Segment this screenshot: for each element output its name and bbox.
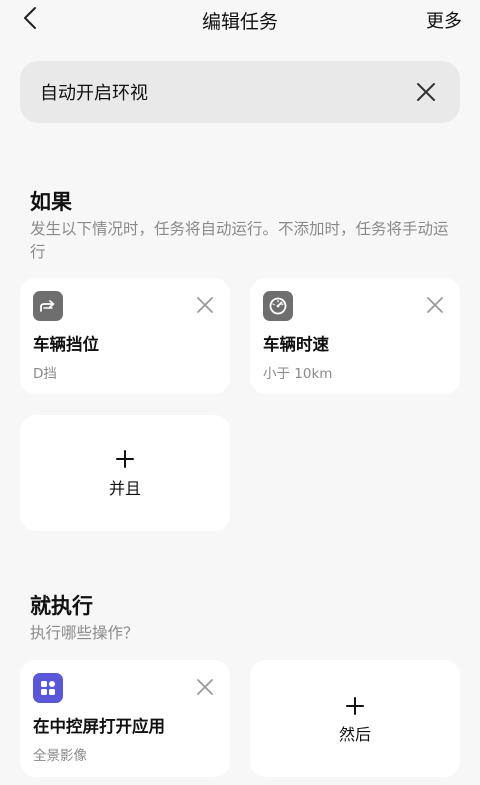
add-condition-button[interactable]: 并且 — [20, 415, 230, 531]
add-action-button[interactable]: 然后 — [250, 660, 460, 777]
task-name-field — [20, 61, 460, 123]
then-section-title: 就执行 — [30, 594, 93, 618]
close-icon — [197, 297, 213, 313]
condition-title: 车辆挡位 — [33, 335, 99, 354]
action-card-open-app[interactable]: 在中控屏打开应用 全景影像 — [20, 660, 230, 777]
remove-action-button[interactable] — [196, 678, 214, 696]
task-name-input[interactable] — [40, 61, 400, 123]
top-bar: 编辑任务 更多 — [0, 0, 480, 40]
then-section-description: 执行哪些操作？ — [30, 624, 139, 642]
plus-icon — [250, 694, 460, 720]
close-icon — [197, 679, 213, 695]
gear-shift-icon — [33, 291, 63, 321]
close-icon — [427, 297, 443, 313]
add-action-label: 然后 — [338, 725, 371, 744]
condition-card-gear[interactable]: 车辆挡位 D挡 — [20, 278, 230, 394]
if-section-title: 如果 — [30, 190, 72, 214]
condition-title: 车辆时速 — [263, 335, 329, 354]
action-title: 在中控屏打开应用 — [33, 717, 165, 736]
remove-condition-button[interactable] — [426, 296, 444, 314]
more-button[interactable]: 更多 — [426, 7, 462, 33]
action-value: 全景影像 — [33, 748, 87, 764]
add-condition-label: 并且 — [108, 479, 141, 498]
clear-button[interactable] — [414, 80, 438, 104]
page-title: 编辑任务 — [201, 11, 278, 33]
apps-grid-icon — [33, 673, 63, 703]
if-section-description: 发生以下情况时，任务将自动运行。不添加时，任务将手动运行 — [30, 220, 449, 261]
condition-value: 小于 10km — [263, 366, 333, 382]
condition-card-speed[interactable]: 车辆时速 小于 10km — [250, 278, 460, 394]
speedometer-icon — [263, 291, 293, 321]
condition-value: D挡 — [33, 366, 57, 382]
plus-icon — [20, 447, 230, 473]
remove-condition-button[interactable] — [196, 296, 214, 314]
close-icon — [417, 83, 435, 101]
